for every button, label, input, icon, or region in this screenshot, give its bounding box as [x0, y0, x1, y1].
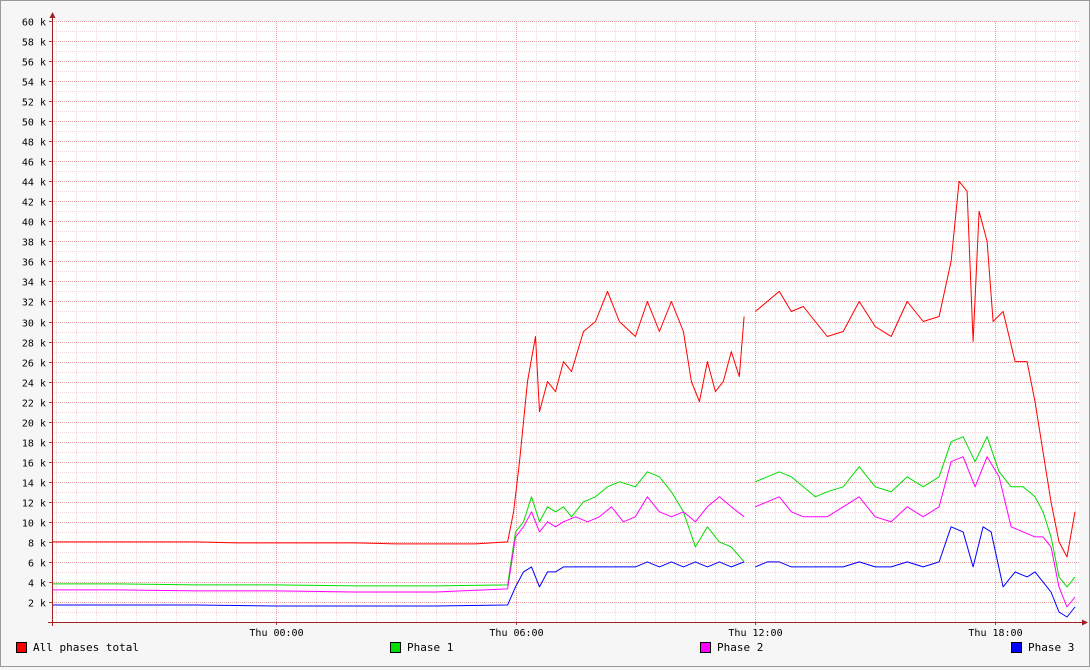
y-tick-label: 22 k [22, 399, 46, 410]
y-tick-label: 6 k [28, 559, 46, 570]
y-tick-label: 44 k [22, 178, 46, 189]
legend-swatch [700, 641, 711, 653]
power-chart: 2 k 4 k 6 k 8 k 10 k 12 k 14 k 16 k 18 k 20 k 22 k… [22, 12, 1088, 639]
y-tick-label: 14 k [22, 479, 46, 490]
y-tick-label: 40 k [22, 218, 46, 229]
legend-item: Phase 3 [1011, 637, 1074, 657]
graph-frame: 2 k 4 k 6 k 8 k 10 k 12 k 14 k 16 k 18 k 20 k 22 k… [0, 0, 1090, 667]
legend-label: Phase 2 [717, 640, 764, 654]
legend-item: Phase 1 [390, 637, 453, 657]
legend-swatch [1011, 641, 1022, 653]
y-tick-label: 58 k [22, 38, 46, 49]
y-tick-label: 24 k [22, 379, 46, 390]
y-tick-label: 38 k [22, 238, 46, 249]
y-tick-label: 12 k [22, 499, 46, 510]
x-axis-arrow [1082, 619, 1088, 626]
legend-label: Phase 3 [1028, 640, 1075, 654]
legend-item: All phases total [16, 637, 139, 657]
y-tick-label: 2 k [28, 599, 46, 610]
legend-label: Phase 1 [407, 640, 454, 654]
y-tick-label: 34 k [22, 278, 46, 289]
legend: All phases total Phase 1 Phase 2 Phase 3 [0, 637, 1090, 657]
legend-label: All phases total [33, 640, 139, 654]
y-tick-label: 16 k [22, 459, 46, 470]
y-tick-label: 10 k [22, 519, 46, 530]
y-tick-label: 60 k [22, 18, 46, 29]
y-tick-label: 18 k [22, 439, 46, 450]
y-tick-label: 20 k [22, 419, 46, 430]
y-tick-label: 52 k [22, 98, 46, 109]
legend-item: Phase 2 [700, 637, 763, 657]
y-tick-label: 32 k [22, 298, 46, 309]
y-tick-label: 42 k [22, 198, 46, 209]
y-tick-label: 28 k [22, 339, 46, 350]
y-tick-label: 36 k [22, 258, 46, 269]
y-tick-label: 54 k [22, 78, 46, 89]
legend-swatch [390, 641, 401, 653]
y-tick-label: 30 k [22, 319, 46, 330]
y-tick-label: 8 k [28, 539, 46, 550]
y-tick-label: 48 k [22, 138, 46, 149]
y-tick-label: 56 k [22, 58, 46, 69]
y-tick-label: 50 k [22, 118, 46, 129]
y-tick-label: 26 k [22, 359, 46, 370]
y-axis-arrow [49, 12, 56, 18]
y-tick-label: 46 k [22, 158, 46, 169]
y-tick-label: 4 k [28, 579, 46, 590]
legend-swatch [16, 641, 27, 653]
